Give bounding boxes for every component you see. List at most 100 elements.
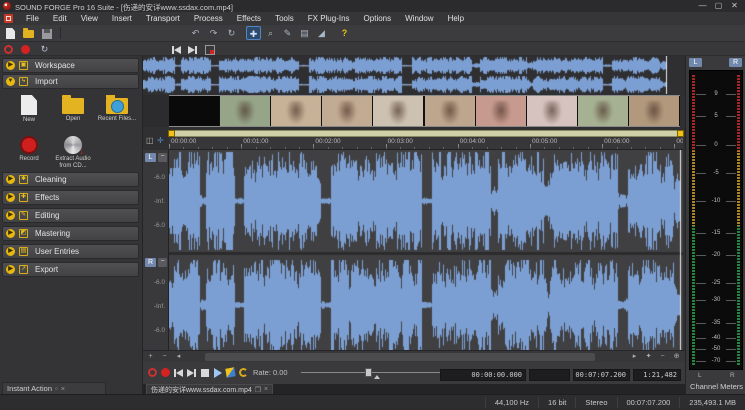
event-marker-button[interactable] <box>203 43 216 56</box>
go-to-start-button[interactable] <box>172 366 185 379</box>
record-button[interactable] <box>19 43 32 56</box>
whats-this-help-button[interactable]: ? <box>337 26 352 40</box>
menu-help[interactable]: Help <box>441 14 471 23</box>
loop-playback-button[interactable] <box>237 366 250 379</box>
minimize-button[interactable]: — <box>694 0 711 12</box>
video-thumbnail[interactable] <box>578 96 628 126</box>
menu-window[interactable]: Window <box>398 14 440 23</box>
menu-file[interactable]: File <box>19 14 46 23</box>
sidebar-section-workspace[interactable]: ▶▣Workspace <box>2 58 139 73</box>
edit-tool-icon: ✚ <box>250 29 258 39</box>
lock-icon[interactable]: ◫ <box>146 136 155 145</box>
move-icon[interactable]: ✛ <box>157 136 166 145</box>
video-thumbnail[interactable] <box>220 96 270 126</box>
go-to-end-button[interactable] <box>186 43 199 56</box>
restore-doc-icon[interactable]: ❐ <box>255 386 261 394</box>
video-thumbnail[interactable] <box>629 96 679 126</box>
menu-effects[interactable]: Effects <box>230 14 268 23</box>
menu-process[interactable]: Process <box>187 14 230 23</box>
action-record[interactable]: Record <box>8 134 50 174</box>
video-thumbnail[interactable] <box>169 96 219 126</box>
video-thumbnail[interactable] <box>322 96 372 126</box>
zoom-in-icon[interactable]: ⊕ <box>671 352 682 362</box>
menu-tools[interactable]: Tools <box>268 14 301 23</box>
sidebar-section-export[interactable]: ▶↗Export <box>2 262 139 277</box>
sidebar-section-import[interactable]: ▼↳Import <box>2 74 139 89</box>
menu-view[interactable]: View <box>74 14 105 23</box>
sidebar-section-user-entries[interactable]: ▶▤User Entries <box>2 244 139 259</box>
menu-options[interactable]: Options <box>357 14 399 23</box>
pencil-tool-icon: ✎ <box>284 28 292 38</box>
pencil-tool-button[interactable]: ✎ <box>280 26 295 40</box>
time-ruler[interactable]: 00:00:0000:01:0000:02:0000:03:0000:04:00… <box>169 137 683 150</box>
zoom-out-icon[interactable]: − <box>657 352 668 362</box>
close-button[interactable]: ✕ <box>726 0 743 12</box>
video-thumbnail[interactable] <box>373 96 423 126</box>
loop-end-handle[interactable] <box>677 130 684 137</box>
meter-right-button[interactable]: R <box>729 58 742 67</box>
rate-slider-handle[interactable] <box>365 368 372 377</box>
loop-icon: ↻ <box>41 44 49 55</box>
marker-tool-button[interactable] <box>224 366 237 379</box>
loop-playback-button[interactable]: ↻ <box>38 43 51 56</box>
sidebar-section-mastering[interactable]: ▶◩Mastering <box>2 226 139 241</box>
event-tool-button[interactable]: ▤ <box>297 26 312 40</box>
magnify-tool-button[interactable]: ⌕ <box>263 26 278 40</box>
zoom-selection-icon[interactable]: ✦ <box>643 352 654 362</box>
envelope-tool-button[interactable]: ◢ <box>314 26 329 40</box>
left-channel-button[interactable]: L <box>145 153 156 162</box>
dock-icon[interactable]: ▫ <box>55 384 58 393</box>
video-thumbnail[interactable] <box>476 96 526 126</box>
instant-action-tab[interactable]: Instant Action ▫ × <box>2 382 106 394</box>
sidebar-section-editing[interactable]: ▶✎Editing <box>2 208 139 223</box>
document-tab[interactable]: 伤递的安详www.ssdax.com.mp4 ❐ × <box>146 384 273 394</box>
loop-start-handle[interactable] <box>168 130 175 137</box>
undo-button[interactable]: ↶ <box>188 26 203 40</box>
scroll-left-icon[interactable]: ◂ <box>173 352 184 362</box>
meter-left-button[interactable]: L <box>689 58 702 67</box>
menu-fx-plug-ins[interactable]: FX Plug-Ins <box>301 14 357 23</box>
right-channel-button[interactable]: R <box>145 258 156 267</box>
zoom-in-time-icon[interactable]: + <box>145 352 156 362</box>
maximize-button[interactable]: ▢ <box>710 0 727 12</box>
action-open[interactable]: Open <box>52 94 94 134</box>
recent-files-icon <box>106 98 128 114</box>
action-label: Open <box>52 116 94 123</box>
open-file-button[interactable] <box>20 26 35 40</box>
go-to-end-button[interactable] <box>185 366 198 379</box>
action-extract-audio-from-cd[interactable]: Extract Audio from CD... <box>52 134 94 174</box>
scrollbar-thumb[interactable] <box>205 353 595 361</box>
stop-button[interactable] <box>198 366 211 379</box>
record-options-button[interactable] <box>2 43 15 56</box>
video-thumbnail-strip[interactable] <box>169 95 680 127</box>
redo-button[interactable]: ↷ <box>206 26 221 40</box>
play-button[interactable] <box>211 366 224 379</box>
video-thumbnail[interactable] <box>527 96 577 126</box>
zoom-out-time-icon[interactable]: − <box>159 352 170 362</box>
sidebar-section-effects[interactable]: ▶✚Effects <box>2 190 139 205</box>
right-channel-minimize-button[interactable]: − <box>158 258 167 267</box>
overview-waveform[interactable] <box>143 56 685 94</box>
action-new[interactable]: New <box>8 94 50 134</box>
video-thumbnail[interactable] <box>271 96 321 126</box>
record-options-button[interactable] <box>146 366 159 379</box>
menu-transport[interactable]: Transport <box>139 14 187 23</box>
sidebar-section-cleaning[interactable]: ▶✱Cleaning <box>2 172 139 187</box>
scroll-right-icon[interactable]: ▸ <box>629 352 640 362</box>
close-panel-icon[interactable]: × <box>61 384 65 393</box>
save-file-button[interactable] <box>38 26 53 40</box>
loop-region-bar[interactable] <box>169 130 683 137</box>
menu-edit[interactable]: Edit <box>46 14 74 23</box>
action-recent-files[interactable]: Recent Files... <box>96 94 138 134</box>
new-file-button[interactable] <box>2 26 17 40</box>
close-doc-icon[interactable]: × <box>264 386 268 393</box>
left-channel-minimize-button[interactable]: − <box>158 153 167 162</box>
video-thumbnail[interactable] <box>425 96 475 126</box>
edit-tool-button[interactable]: ✚ <box>246 26 261 40</box>
repeat-button[interactable]: ↻ <box>224 26 239 40</box>
record-button[interactable] <box>159 366 172 379</box>
meter-scale-label: 5 <box>690 113 742 119</box>
go-to-start-button[interactable] <box>170 43 183 56</box>
menu-insert[interactable]: Insert <box>105 14 139 23</box>
main-waveform[interactable] <box>169 150 683 350</box>
